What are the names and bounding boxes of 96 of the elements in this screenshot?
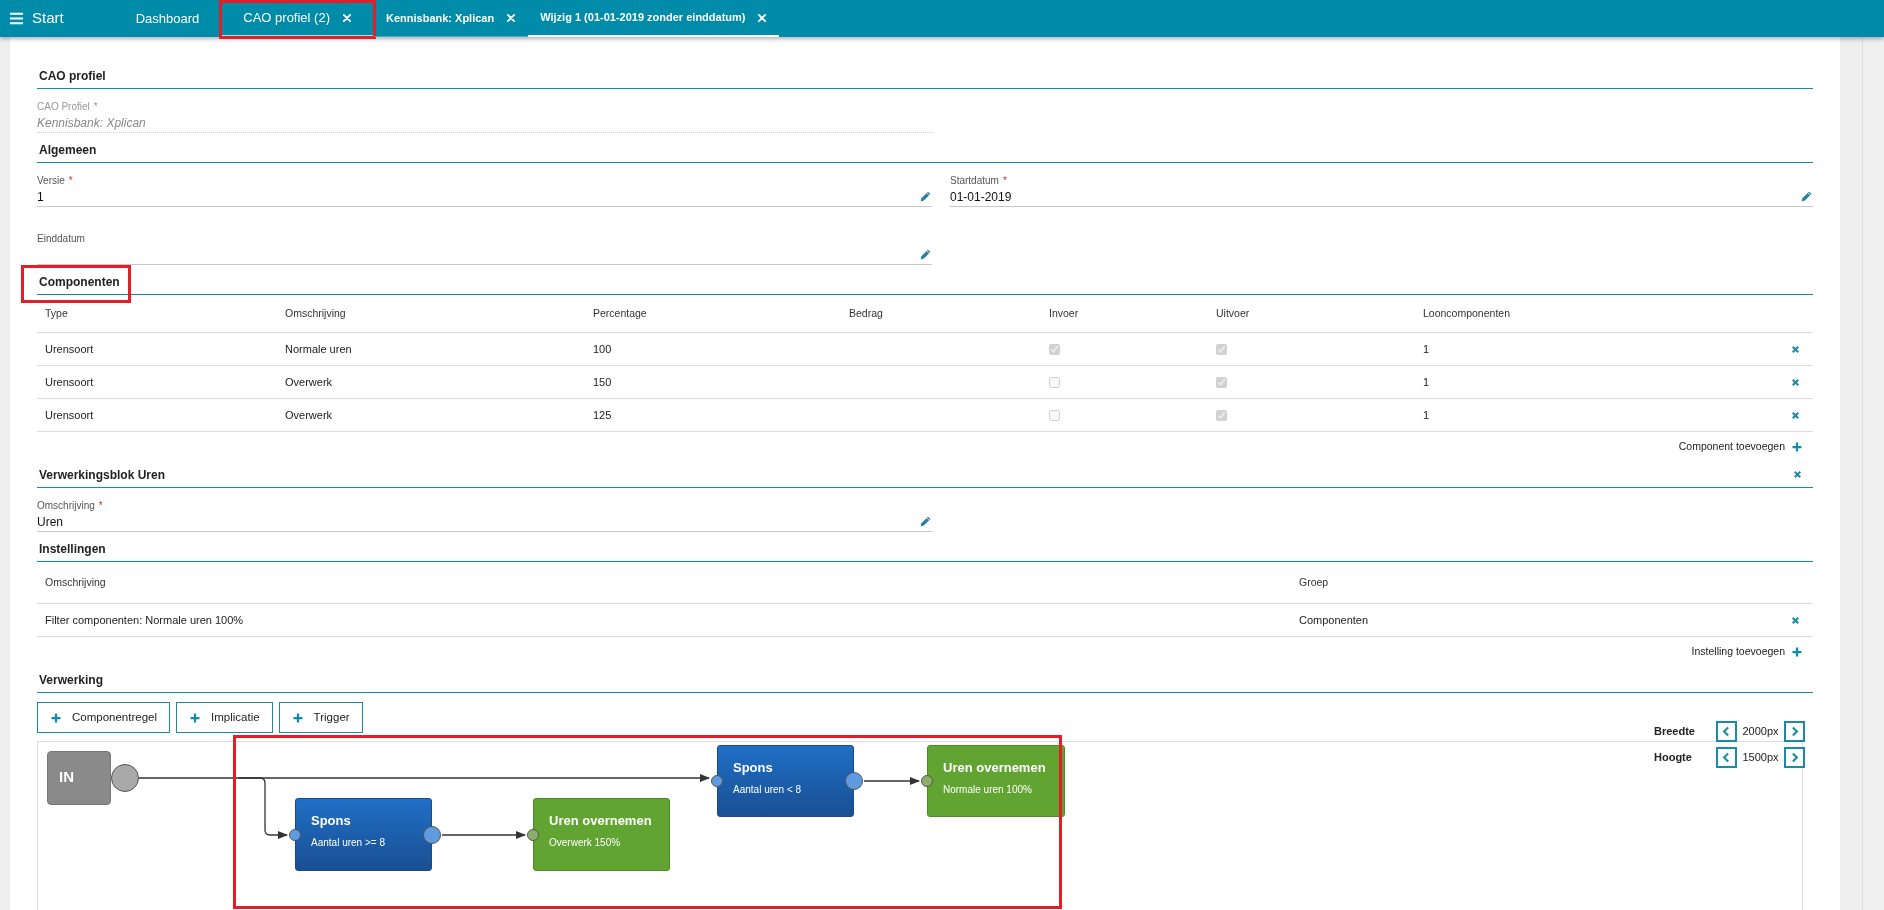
decrease-button[interactable] bbox=[1716, 747, 1737, 768]
edit-icon[interactable] bbox=[919, 248, 932, 261]
table-cell-text: 1 bbox=[1423, 374, 1431, 390]
flow-node[interactable]: IN bbox=[47, 751, 111, 805]
section-heading: CAO profiel bbox=[38, 67, 106, 85]
flow-node[interactable]: Spons Aantal uren < 8 bbox=[717, 745, 854, 817]
menu-icon bbox=[9, 11, 24, 26]
plus-icon bbox=[189, 711, 202, 724]
form-field[interactable]: Omschrijving * Uren bbox=[37, 492, 932, 532]
connector-port[interactable] bbox=[921, 775, 933, 787]
node-subtitle: Normale uren 100% bbox=[943, 782, 1033, 797]
field-label: CAO Profiel * bbox=[37, 100, 99, 114]
table-cell-text: Urensoort bbox=[45, 407, 95, 423]
section-heading: Verwerking bbox=[38, 671, 104, 689]
table-cell-text: 125 bbox=[593, 407, 613, 423]
increase-button[interactable] bbox=[1784, 721, 1805, 742]
table-cell-text: Overwerk bbox=[285, 407, 334, 423]
form-field[interactable]: Versie * 1 bbox=[37, 167, 932, 207]
table-cell-text: Normale uren bbox=[285, 341, 353, 357]
column-header: Uitvoer bbox=[1216, 305, 1251, 321]
flow-node[interactable]: Spons Aantal uren >= 8 bbox=[295, 798, 432, 871]
section-heading: Instellingen bbox=[38, 540, 106, 558]
increase-button[interactable] bbox=[1784, 747, 1805, 768]
close-icon bbox=[1790, 343, 1801, 355]
table-cell-text: 1 bbox=[1423, 341, 1431, 357]
table-cell-text: 1 bbox=[1423, 407, 1431, 423]
add-link[interactable]: Instelling toevoegen bbox=[1691, 644, 1803, 660]
node-title: IN bbox=[59, 767, 74, 787]
tab[interactable]: Dashboard bbox=[113, 0, 222, 37]
close-icon[interactable] bbox=[342, 12, 352, 23]
form-field[interactable]: Einddatum bbox=[37, 221, 932, 265]
node-title: Uren overnemen bbox=[943, 759, 1047, 777]
tab-label: Dashboard bbox=[135, 9, 200, 28]
column-header: Bedrag bbox=[849, 305, 884, 321]
connector-port[interactable] bbox=[711, 775, 723, 787]
decrease-button[interactable] bbox=[1716, 721, 1737, 742]
table-cell-text: Componenten bbox=[1299, 612, 1370, 628]
size-label: Breedte bbox=[1654, 724, 1696, 740]
toolbar-button[interactable]: Trigger bbox=[278, 702, 363, 733]
close-icon[interactable] bbox=[757, 12, 768, 23]
field-label: Einddatum bbox=[37, 232, 86, 246]
close-icon bbox=[1792, 469, 1803, 480]
start-menu-button[interactable]: Start bbox=[0, 0, 114, 37]
edit-icon[interactable] bbox=[919, 515, 932, 528]
plus-icon bbox=[1791, 441, 1803, 453]
close-icon[interactable] bbox=[506, 13, 517, 23]
table-cell-text: 100 bbox=[593, 341, 613, 357]
connector-port[interactable] bbox=[111, 764, 139, 792]
size-value: 2000px bbox=[1741, 724, 1780, 740]
tab-label: Wijzig 1 (01-01-2019 zonder einddatum) bbox=[540, 10, 746, 26]
edit-icon[interactable] bbox=[1800, 190, 1813, 203]
add-link[interactable]: Component toevoegen bbox=[1678, 439, 1803, 455]
table-cell-text: Urensoort bbox=[45, 341, 95, 357]
plus-icon bbox=[1791, 646, 1803, 658]
field-value: 1 bbox=[37, 188, 44, 206]
table-cell-text: 150 bbox=[593, 374, 613, 390]
tab-label: Kennisbank: Xplican bbox=[386, 10, 495, 26]
field-label: Omschrijving * bbox=[37, 499, 104, 513]
column-header: Type bbox=[45, 305, 69, 321]
node-subtitle: Aantal uren >= 8 bbox=[311, 835, 386, 850]
column-header: Omschrijving bbox=[285, 305, 347, 321]
plus-icon bbox=[50, 711, 62, 724]
section-heading: Algemeen bbox=[38, 141, 97, 159]
tab-label: CAO profiel (2) bbox=[243, 8, 330, 27]
close-icon bbox=[1790, 409, 1801, 421]
tab[interactable]: CAO profiel (2) bbox=[221, 0, 374, 37]
column-header: Invoer bbox=[1049, 305, 1080, 321]
section-heading: Componenten bbox=[38, 273, 120, 291]
table-cell-text: Overwerk bbox=[285, 374, 334, 390]
field-value: Kennisbank: Xplican bbox=[37, 114, 146, 132]
form-field[interactable]: Startdatum * 01-01-2019 bbox=[950, 167, 1813, 207]
table-cell-text: Urensoort bbox=[45, 374, 95, 390]
close-icon bbox=[1790, 614, 1801, 626]
column-header: Omschrijving bbox=[45, 574, 107, 590]
table-cell-text: Filter componenten: Normale uren 100% bbox=[45, 612, 245, 628]
edit-icon[interactable] bbox=[919, 190, 932, 203]
node-title: Spons bbox=[311, 812, 352, 830]
field-value: 01-01-2019 bbox=[950, 188, 1012, 206]
plus-icon bbox=[291, 711, 304, 724]
field-label: Versie * bbox=[37, 174, 74, 188]
field-label: Startdatum * bbox=[950, 174, 1008, 188]
node-subtitle: Aantal uren < 8 bbox=[733, 782, 803, 797]
close-icon bbox=[1790, 376, 1801, 388]
node-subtitle: Overwerk 150% bbox=[549, 835, 622, 850]
column-header: Looncomponenten bbox=[1423, 305, 1511, 321]
column-header: Percentage bbox=[593, 305, 648, 321]
size-value: 1500px bbox=[1741, 750, 1780, 766]
field-value: Uren bbox=[37, 513, 63, 531]
toolbar-button[interactable]: Componentregel bbox=[37, 702, 171, 733]
connector-arrow bbox=[863, 777, 920, 785]
size-label: Hoogte bbox=[1654, 750, 1693, 766]
toolbar-button[interactable]: Implicatie bbox=[176, 702, 273, 733]
node-title: Uren overnemen bbox=[549, 812, 653, 830]
column-header: Groep bbox=[1299, 574, 1330, 590]
node-title: Spons bbox=[733, 759, 774, 777]
section-heading: Verwerkingsblok Uren bbox=[38, 466, 166, 484]
